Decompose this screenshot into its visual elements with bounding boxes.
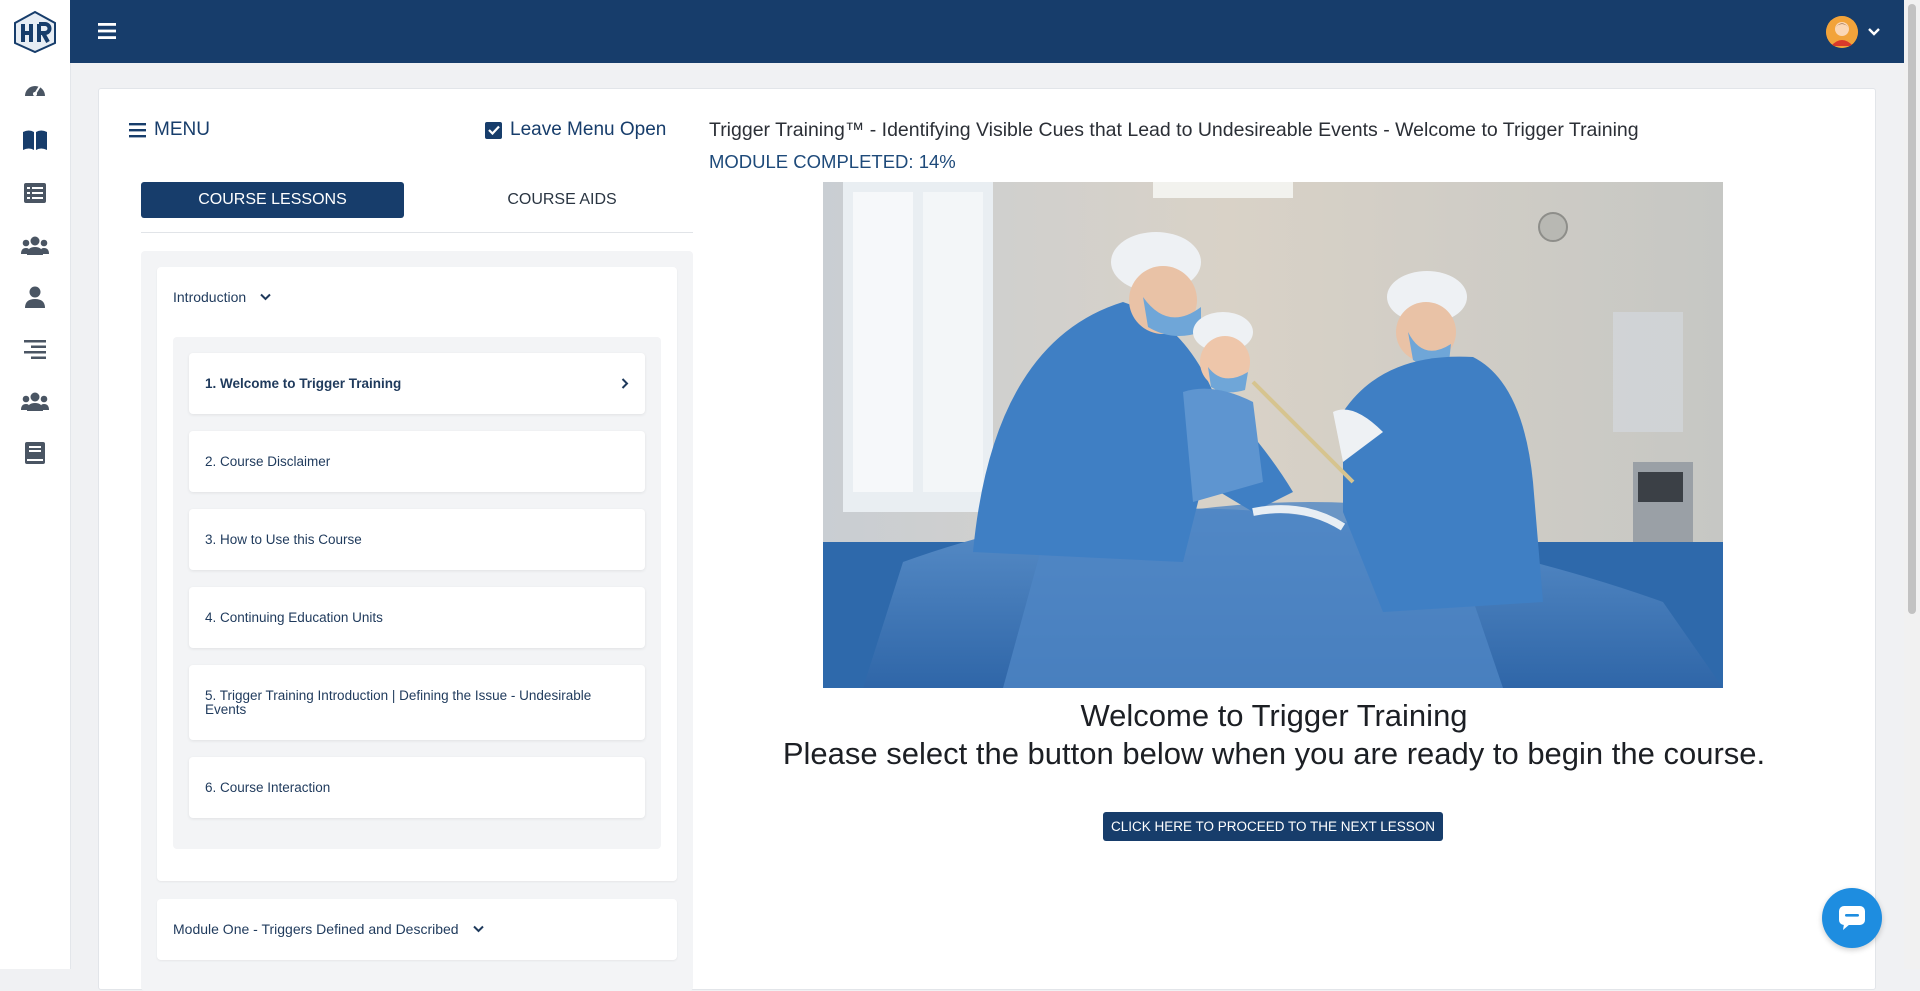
section-module-one: Module One - Triggers Defined and Descri… bbox=[157, 899, 677, 960]
book-open-icon[interactable] bbox=[20, 125, 50, 155]
lesson-label: 1. Welcome to Trigger Training bbox=[205, 376, 402, 391]
user-icon[interactable] bbox=[20, 282, 50, 312]
chevron-down-icon[interactable] bbox=[1868, 24, 1880, 42]
hamburger-icon bbox=[129, 123, 146, 138]
hamburger-menu-icon[interactable] bbox=[96, 20, 118, 42]
lesson-label: 6. Course Interaction bbox=[205, 780, 331, 795]
proceed-next-lesson-button[interactable]: CLICK HERE TO PROCEED TO THE NEXT LESSON bbox=[1103, 812, 1443, 841]
list-icon[interactable] bbox=[20, 178, 50, 208]
leave-menu-open-checkbox[interactable]: Leave Menu Open bbox=[485, 119, 666, 141]
section-header-module-one[interactable]: Module One - Triggers Defined and Descri… bbox=[173, 921, 484, 937]
list-item[interactable]: 1. Welcome to Trigger Training bbox=[189, 353, 645, 414]
scrollbar-thumb[interactable] bbox=[1908, 4, 1916, 614]
tab-course-aids[interactable]: COURSE AIDS bbox=[431, 182, 693, 218]
leave-menu-open-label: Leave Menu Open bbox=[510, 119, 667, 140]
menu-label: MENU bbox=[154, 119, 210, 140]
lessons-panel: Introduction 1. Welcome to Trigger Train… bbox=[141, 251, 693, 991]
chevron-right-icon bbox=[621, 378, 629, 389]
module-progress: MODULE COMPLETED: 14% bbox=[709, 151, 956, 172]
list-item[interactable]: 2. Course Disclaimer bbox=[189, 431, 645, 492]
align-right-icon[interactable] bbox=[20, 334, 50, 364]
section-title: Introduction bbox=[173, 289, 247, 305]
users-group-icon[interactable] bbox=[20, 230, 50, 260]
book-closed-icon[interactable] bbox=[20, 438, 50, 468]
lesson-list: 1. Welcome to Trigger Training 2. Course… bbox=[173, 337, 661, 849]
chevron-down-icon bbox=[472, 925, 484, 933]
menu-tabs: COURSE LESSONS COURSE AIDS bbox=[141, 182, 693, 233]
welcome-message: Welcome to Trigger Training Please selec… bbox=[709, 697, 1839, 773]
dashboard-gauge-icon[interactable] bbox=[20, 74, 50, 104]
checkbox-checked-icon[interactable] bbox=[485, 121, 502, 139]
chat-launcher-button[interactable] bbox=[1822, 888, 1882, 948]
list-item[interactable]: 6. Course Interaction bbox=[189, 757, 645, 818]
users-group-icon[interactable] bbox=[20, 386, 50, 416]
section-header-introduction[interactable]: Introduction bbox=[173, 289, 271, 305]
lesson-image-surgical-team bbox=[823, 182, 1723, 688]
lesson-label: 2. Course Disclaimer bbox=[205, 454, 331, 469]
avatar[interactable] bbox=[1826, 16, 1858, 48]
list-item[interactable]: 4. Continuing Education Units bbox=[189, 587, 645, 648]
list-item[interactable]: 3. How to Use this Course bbox=[189, 509, 645, 570]
course-card: MENU Leave Menu Open COURSE LESSONS COUR… bbox=[98, 88, 1876, 991]
app-logo[interactable] bbox=[12, 10, 58, 54]
side-rail bbox=[0, 0, 71, 969]
section-introduction: Introduction 1. Welcome to Trigger Train… bbox=[157, 267, 677, 881]
top-bar bbox=[70, 0, 1904, 63]
lesson-label: 3. How to Use this Course bbox=[205, 532, 362, 547]
menu-toggle[interactable]: MENU bbox=[129, 119, 210, 141]
list-item[interactable]: 5. Trigger Training Introduction | Defin… bbox=[189, 665, 645, 740]
section-title: Module One - Triggers Defined and Descri… bbox=[173, 921, 459, 937]
lesson-label: 5. Trigger Training Introduction | Defin… bbox=[205, 687, 592, 717]
lesson-label: 4. Continuing Education Units bbox=[205, 610, 383, 625]
welcome-heading: Welcome to Trigger Training bbox=[1080, 698, 1468, 733]
page-scrollbar[interactable] bbox=[1904, 0, 1920, 969]
chevron-down-icon bbox=[260, 293, 271, 301]
chat-bubble-icon bbox=[1839, 906, 1865, 930]
welcome-instruction: Please select the button below when you … bbox=[782, 736, 1766, 771]
tab-course-lessons[interactable]: COURSE LESSONS bbox=[141, 182, 404, 218]
lesson-title: Trigger Training™ - Identifying Visible … bbox=[709, 119, 1639, 141]
